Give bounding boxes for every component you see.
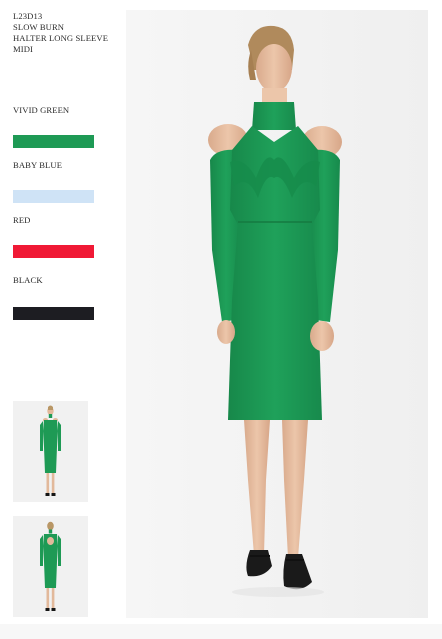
product-name-line-2: HALTER LONG SLEEVE — [13, 33, 109, 43]
color-label-baby-blue: BABY BLUE — [13, 160, 63, 170]
swatch-black[interactable] — [13, 307, 94, 320]
thumbnail-back[interactable] — [13, 516, 88, 617]
product-title: L23D13 SLOW BURN HALTER LONG SLEEVE MIDI — [13, 11, 121, 55]
model-back-thumbnail-image — [13, 516, 88, 617]
model-front-thumbnail-image — [13, 401, 88, 502]
swatch-red[interactable] — [13, 245, 94, 258]
product-code: L23D13 — [13, 11, 43, 21]
color-label-black: BLACK — [13, 275, 43, 285]
bottom-strip — [0, 624, 442, 639]
swatch-vivid-green[interactable] — [13, 135, 94, 148]
color-label-vivid-green: VIVID GREEN — [13, 105, 70, 115]
product-name-line-3: MIDI — [13, 44, 33, 54]
product-name-line-1: SLOW BURN — [13, 22, 65, 32]
thumbnail-front[interactable] — [13, 401, 88, 502]
main-product-photo — [126, 10, 428, 618]
swatch-baby-blue[interactable] — [13, 190, 94, 203]
color-label-red: RED — [13, 215, 31, 225]
model-front-photo — [126, 10, 428, 618]
product-sidebar: L23D13 SLOW BURN HALTER LONG SLEEVE MIDI… — [0, 0, 122, 639]
